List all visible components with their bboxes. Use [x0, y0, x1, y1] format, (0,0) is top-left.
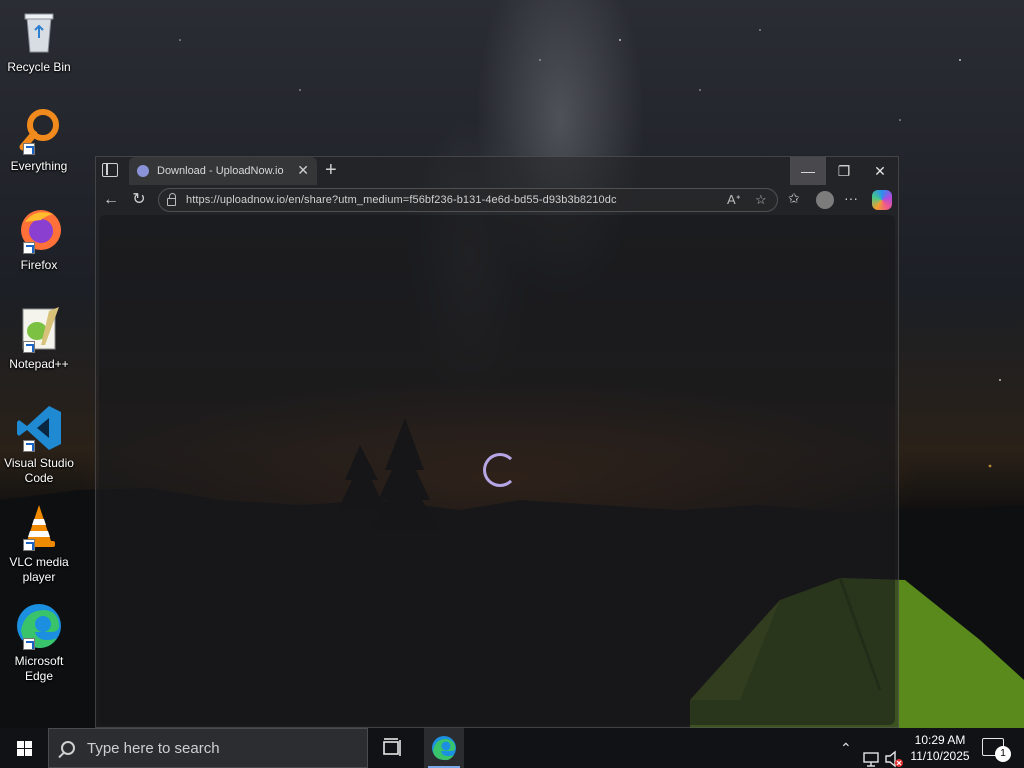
tab-close-icon[interactable]: ✕ — [297, 162, 309, 179]
taskbar-search-box[interactable]: Type here to search — [48, 728, 368, 768]
loading-spinner-icon — [483, 453, 517, 487]
desktop-icon-label: Everything — [10, 159, 68, 173]
window-close-button[interactable]: ✕ — [862, 157, 898, 185]
clock-time: 10:29 AM — [914, 733, 966, 747]
restore-button[interactable]: ❐ — [826, 157, 862, 185]
notification-badge: 1 — [995, 746, 1011, 762]
task-view-icon[interactable] — [380, 738, 404, 758]
address-bar[interactable]: https://uploadnow.io/en/share?utm_medium… — [158, 188, 778, 212]
shortcut-arrow-icon — [23, 341, 35, 353]
desktop-icon-recycle-bin[interactable]: Recycle Bin — [2, 8, 76, 75]
address-url: https://uploadnow.io/en/share?utm_medium… — [186, 194, 617, 206]
volume-muted-icon[interactable] — [884, 739, 904, 768]
tab-strip: Download - UploadNow.io ✕ + — ❐ ✕ — [96, 157, 898, 185]
network-icon[interactable] — [862, 740, 880, 768]
search-icon — [61, 741, 75, 755]
desktop-icon-notepad-plus-plus[interactable]: Notepad++ — [2, 305, 76, 372]
refresh-icon[interactable]: ↻ — [128, 189, 150, 211]
desktop-icon-label: Visual Studio Code — [4, 456, 74, 485]
desktop-icon-label: Microsoft Edge — [14, 654, 64, 683]
minimize-button[interactable]: — — [790, 157, 826, 185]
tab-actions-icon[interactable] — [102, 163, 118, 177]
tab-active[interactable]: Download - UploadNow.io ✕ — [129, 157, 317, 185]
new-tab-icon[interactable]: + — [325, 159, 337, 181]
taskbar: Type here to search ⌃ 10:29 AM 11/10/202… — [0, 728, 1024, 768]
shortcut-arrow-icon — [23, 539, 35, 551]
vscode-icon — [15, 404, 63, 452]
recycle-bin-icon — [15, 8, 63, 56]
start-button[interactable] — [0, 728, 48, 768]
shortcut-arrow-icon — [23, 638, 35, 650]
everything-icon — [15, 107, 63, 155]
browser-toolbar: ← ↻ https://uploadnow.io/en/share?utm_me… — [96, 185, 898, 215]
windows-logo-icon — [17, 741, 24, 748]
tab-title: Download - UploadNow.io — [157, 165, 284, 177]
tab-favicon-icon — [137, 165, 149, 177]
page-viewport — [99, 215, 895, 725]
notification-center-icon[interactable]: 1 — [982, 738, 1011, 762]
firefox-icon — [15, 206, 63, 254]
back-icon[interactable]: ← — [100, 189, 122, 211]
shortcut-arrow-icon — [23, 242, 35, 254]
vlc-icon — [15, 503, 63, 551]
taskbar-edge-button[interactable] — [424, 728, 464, 768]
desktop-icon-label: VLC media player — [9, 555, 69, 584]
read-aloud-icon[interactable]: Aᐩ — [727, 192, 741, 208]
desktop-icon-label: Notepad++ — [9, 357, 69, 371]
clock-date: 11/10/2025 — [910, 749, 970, 763]
profile-avatar-icon[interactable] — [816, 191, 834, 209]
more-options-icon[interactable]: ··· — [844, 190, 858, 206]
system-clock[interactable]: 10:29 AM 11/10/2025 — [906, 732, 974, 764]
desktop-icon-microsoft-edge[interactable]: Microsoft Edge — [2, 602, 76, 684]
favorite-star-icon[interactable]: ☆ — [755, 192, 767, 208]
browser-window[interactable]: Download - UploadNow.io ✕ + — ❐ ✕ ← ↻ ht… — [95, 156, 899, 728]
desktop-icon-vlc[interactable]: VLC media player — [2, 503, 76, 585]
favorites-icon[interactable]: ✩ — [788, 190, 800, 207]
desktop-icon-label: Firefox — [20, 258, 58, 272]
edge-icon — [432, 736, 456, 761]
lock-icon — [167, 192, 176, 206]
desktop-icon-vscode[interactable]: Visual Studio Code — [2, 404, 76, 486]
chevron-up-icon[interactable]: ⌃ — [840, 728, 852, 768]
copilot-icon[interactable] — [872, 190, 892, 210]
desktop-icon-everything[interactable]: Everything — [2, 107, 76, 174]
shortcut-arrow-icon — [23, 440, 35, 452]
desktop-icon-firefox[interactable]: Firefox — [2, 206, 76, 273]
desktop-icon-label: Recycle Bin — [7, 60, 71, 74]
edge-icon — [15, 602, 63, 650]
notepad-plus-plus-icon — [15, 305, 63, 353]
search-placeholder: Type here to search — [87, 739, 220, 757]
shortcut-arrow-icon — [23, 143, 35, 155]
